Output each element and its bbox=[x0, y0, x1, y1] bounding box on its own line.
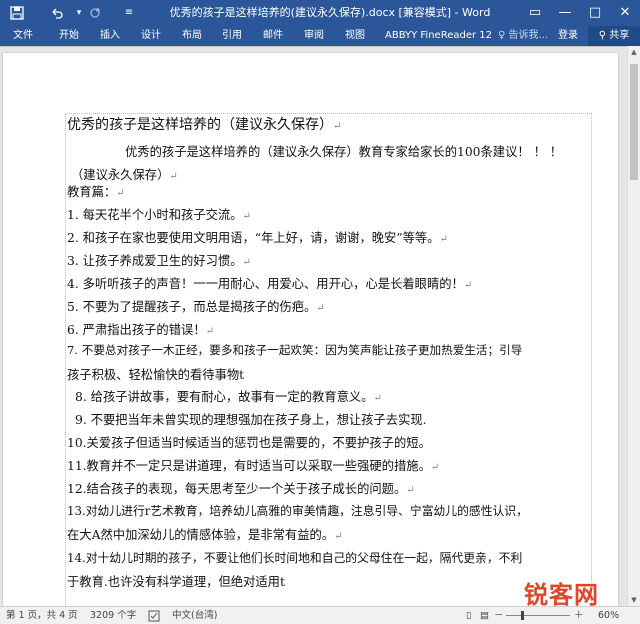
watermark-logo: 锐客网 bbox=[524, 575, 634, 609]
close-icon[interactable]: ✕ bbox=[610, 0, 640, 26]
share-button[interactable]: ⚲ 共享 bbox=[588, 26, 640, 46]
zoom-slider-knob[interactable] bbox=[521, 611, 524, 620]
list-item[interactable]: 8. 给孩子讲故事，要有耐心，故事有一定的教育意义。↵ bbox=[75, 387, 382, 405]
list-item[interactable]: 12.结合孩子的表现，每天思考至少一个关于孩子成长的问题。↵ bbox=[67, 479, 415, 497]
zoom-level[interactable]: 60% bbox=[598, 607, 619, 624]
login-button[interactable]: 登录 bbox=[558, 26, 578, 46]
tab-file[interactable]: 文件 bbox=[13, 26, 33, 46]
scroll-thumb[interactable] bbox=[630, 64, 638, 180]
tab-insert[interactable]: 插入 bbox=[100, 26, 120, 46]
watermark-text: 锐客网 bbox=[524, 581, 599, 609]
read-mode-icon[interactable]: ▯ bbox=[466, 607, 471, 624]
tab-design[interactable]: 设计 bbox=[141, 26, 161, 46]
list-item[interactable]: 1. 每天花半个小时和孩子交流。↵ bbox=[67, 205, 251, 223]
zoom-out-button[interactable]: － bbox=[494, 607, 504, 624]
tab-layout[interactable]: 布局 bbox=[182, 26, 202, 46]
list-item[interactable]: 9. 不要把当年未曾实现的理想强加在孩子身上，想让孩子去实现. bbox=[75, 410, 427, 428]
list-item-continuation[interactable]: 于教育.也许没有科学道理，但绝对适用t bbox=[67, 572, 285, 590]
list-item-continuation[interactable]: 在大A然中加深幼儿的情感体验，是非常有益的。↵ bbox=[67, 525, 343, 543]
person-icon: ⚲ bbox=[598, 30, 607, 41]
list-item[interactable]: 10.关爱孩子但适当时候适当的惩罚也是需要的，不要护孩子的短。 bbox=[67, 433, 431, 451]
list-item[interactable]: 4. 多听听孩子的声音！一一用耐心、用爱心、用开心，心是长着眼睛的！↵ bbox=[67, 274, 472, 292]
list-item[interactable]: 2. 和孩子在家也要使用文明用语，“年上好，请，谢谢，晚安”等等。↵ bbox=[67, 228, 448, 246]
window-title: 优秀的孩子是这样培养的(建议永久保存).docx [兼容模式] - Word bbox=[169, 6, 491, 19]
share-label: 共享 bbox=[609, 30, 630, 41]
list-item[interactable]: 13.对幼儿进行r艺术教育，培养幼儿高雅的审美情趣，注息引导、宁富幼儿的感性认识… bbox=[67, 502, 528, 519]
list-item[interactable]: 5. 不要为了提醒孩子，而总是揭孩子的伤疤。↵ bbox=[67, 297, 325, 315]
undo-icon[interactable] bbox=[46, 3, 68, 23]
maximize-icon[interactable]: □ bbox=[580, 0, 610, 26]
tab-references[interactable]: 引用 bbox=[222, 26, 242, 46]
customize-icon[interactable]: ≡ bbox=[118, 3, 140, 23]
list-item[interactable]: 14.对十幼儿时期的孩子，不要让他们长时间地和自己的父母住在一起，隔代更亲，不利 bbox=[67, 549, 522, 566]
ribbon-tabs: 文件 开始 插入 设计 布局 引用 邮件 审阅 视图 ABBYY FineRea… bbox=[0, 26, 640, 46]
list-item[interactable]: 6. 严肃指出孩子的错误！↵ bbox=[67, 320, 214, 338]
zoom-slider[interactable] bbox=[506, 615, 570, 616]
word-count[interactable]: 3209 个字 bbox=[90, 607, 136, 624]
tell-me-search[interactable]: ♀ 告诉我... bbox=[498, 26, 548, 46]
page-count[interactable]: 第 1 页，共 4 页 bbox=[6, 607, 78, 624]
list-item[interactable]: 11.教育并不一定只是讲道理，有时适当可以采取一些强硬的措施。↵ bbox=[67, 456, 439, 474]
vertical-scrollbar[interactable]: ▲ ▼ bbox=[627, 46, 640, 606]
doc-line[interactable]: 教育篇：↵ bbox=[67, 182, 125, 200]
ribbon-options-icon[interactable]: ▭ bbox=[520, 0, 550, 26]
document-page[interactable]: 优秀的孩子是这样培养的（建议永久保存）↵ 优秀的孩子是这样培养的（建议永久保存）… bbox=[3, 53, 618, 606]
list-item-continuation[interactable]: 孩子积极、轻松愉快的看待事物t bbox=[67, 365, 244, 383]
document-area[interactable]: 优秀的孩子是这样培养的（建议永久保存）↵ 优秀的孩子是这样培养的（建议永久保存）… bbox=[0, 46, 627, 606]
tab-home[interactable]: 开始 bbox=[59, 26, 79, 46]
redo-icon[interactable] bbox=[84, 3, 106, 23]
print-layout-icon[interactable]: ▤ bbox=[480, 607, 489, 624]
minimize-icon[interactable]: — bbox=[550, 0, 580, 26]
tab-mailings[interactable]: 邮件 bbox=[263, 26, 283, 46]
tab-review[interactable]: 审阅 bbox=[304, 26, 324, 46]
save-icon[interactable] bbox=[6, 3, 28, 23]
tab-abbyy[interactable]: ABBYY FineReader 12 bbox=[385, 26, 492, 46]
lightbulb-icon: ♀ bbox=[498, 30, 506, 41]
list-item[interactable]: 7. 不要总对孩子一木正经，要多和孩子一起欢笑：因为笑声能让孩子更加热爱生活；引… bbox=[67, 342, 522, 358]
tell-me-label: 告诉我... bbox=[508, 30, 549, 41]
doc-line[interactable]: 优秀的孩子是这样培养的（建议永久保存）教育专家给家长的100条建议！ ！ ！ bbox=[125, 142, 562, 160]
proofing-icon[interactable] bbox=[148, 607, 160, 624]
doc-title[interactable]: 优秀的孩子是这样培养的（建议永久保存）↵ bbox=[67, 114, 341, 134]
doc-line[interactable]: （建议永久保存）↵ bbox=[71, 165, 178, 183]
scroll-up-icon[interactable]: ▲ bbox=[628, 46, 640, 58]
language-indicator[interactable]: 中文(台湾) bbox=[172, 607, 217, 624]
list-item[interactable]: 3. 让孩子养成爱卫生的好习惯。↵ bbox=[67, 251, 251, 269]
title-bar: ▾ ≡ 优秀的孩子是这样培养的(建议永久保存).docx [兼容模式] - Wo… bbox=[0, 0, 640, 26]
tab-view[interactable]: 视图 bbox=[345, 26, 365, 46]
